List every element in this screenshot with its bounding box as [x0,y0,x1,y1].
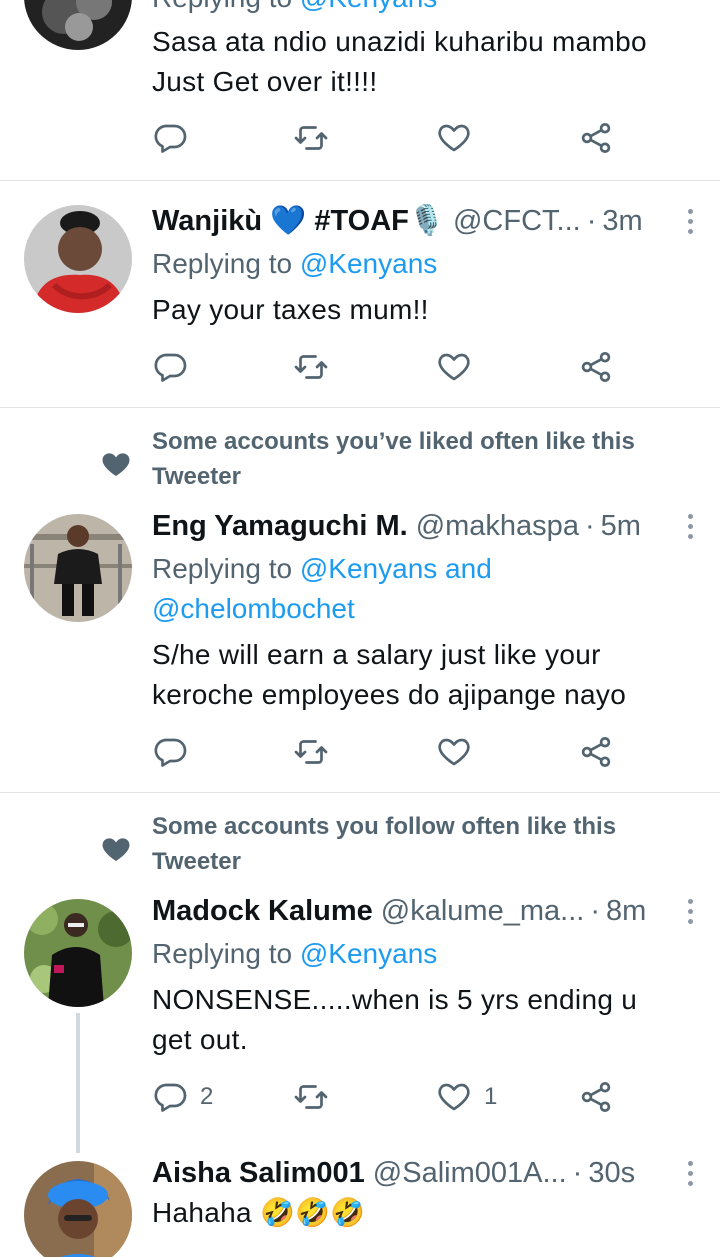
retweet-icon [294,126,328,150]
retweet-icon [294,355,328,379]
share-icon [581,1082,611,1112]
tweet-text: Pay your taxes mum!! [152,294,429,325]
tweet-actions [152,116,632,160]
separator-dot: · [590,894,600,927]
mention-link[interactable]: @chelombochet [152,589,492,629]
tweet-text: Hahaha 🤣🤣🤣 [152,1197,366,1228]
tweet-header: Aisha Salim001 @Salim001A... · 30s [152,1153,700,1193]
heart-icon [102,838,130,861]
tweet-text: Sasa ata ndio unazidi kuharibu mambo Jus… [152,26,647,97]
avatar[interactable] [24,0,132,50]
like-button[interactable] [436,345,472,389]
mention-link[interactable]: @Kenyans [300,248,437,279]
display-name[interactable]: Madock Kalume [152,895,373,928]
mention-link[interactable]: @Kenyans [300,938,437,969]
avatar[interactable] [24,205,132,313]
retweet-icon [294,1085,328,1109]
reply-count: 2 [200,1083,214,1110]
more-vertical-icon[interactable] [670,891,710,931]
separator-dot: · [586,204,597,237]
share-icon [581,123,611,153]
mention-link[interactable]: @Kenyans and [300,553,492,584]
heart-icon [438,1083,470,1111]
avatar[interactable] [24,1161,132,1257]
tweet-3[interactable]: Some accounts you follow often like this… [0,793,720,1153]
avatar[interactable] [24,899,132,1007]
thread-line [76,1013,80,1153]
share-button[interactable] [578,730,614,774]
tweet-text: NONSENSE.....when is 5 yrs ending u get … [152,984,638,1055]
share-button[interactable] [578,116,614,160]
heart-icon [438,124,470,152]
like-button[interactable]: 1 [436,1075,497,1119]
retweet-button[interactable] [293,345,329,389]
tweet-text: S/he will earn a salary just like your k… [152,639,627,710]
replying-to: Replying to @Kenyans [152,938,438,969]
tweet-header: Madock Kalume @kalume_ma... · 8m [152,891,700,931]
share-icon [581,737,611,767]
separator-dot: · [572,1156,583,1189]
social-context: Some accounts you’ve liked often like th… [152,428,635,490]
tweet-actions: 2 1 [152,1075,632,1119]
share-button[interactable] [578,1075,614,1119]
display-name[interactable]: Wanjikù 💙 #TOAF🎙️ [152,204,445,238]
more-vertical-icon[interactable] [670,1153,710,1193]
like-button[interactable] [436,116,472,160]
retweet-button[interactable] [293,1075,329,1119]
tweet-actions [152,730,632,774]
tweet-0[interactable]: Replying to @Kenyans Sasa ata ndio unazi… [0,0,720,180]
retweet-icon [294,740,328,764]
tweet-1[interactable]: Wanjikù 💙 #TOAF🎙️ @CFCT... · 3m Replying… [0,181,720,407]
reply-button[interactable] [152,345,188,389]
more-vertical-icon[interactable] [670,201,710,241]
reply-icon [154,353,187,382]
heart-icon [102,453,130,476]
reply-button[interactable]: 2 [152,1075,213,1119]
display-name[interactable]: Aisha Salim001 [152,1157,365,1190]
tweet-4[interactable]: Aisha Salim001 @Salim001A... · 30s Hahah… [0,1153,720,1257]
heart-icon [438,738,470,766]
tweet-2[interactable]: Some accounts you’ve liked often like th… [0,408,720,792]
separator-dot: · [584,509,595,542]
like-button[interactable] [436,730,472,774]
reply-icon [154,124,187,153]
mention-link[interactable]: @Kenyans [300,0,437,13]
share-button[interactable] [578,345,614,389]
more-vertical-icon[interactable] [670,506,710,546]
replying-to: Replying to @Kenyans and @chelombochet [152,549,492,629]
tweet-header: Wanjikù 💙 #TOAF🎙️ @CFCT... · 3m [152,201,700,241]
tweet-actions [152,345,632,389]
timestamp[interactable]: 3m [602,205,642,238]
share-icon [581,352,611,382]
user-handle[interactable]: @makhaspa [416,510,579,543]
retweet-button[interactable] [293,730,329,774]
social-context: Some accounts you follow often like this… [152,813,617,875]
timestamp[interactable]: 8m [606,895,646,928]
tweet-header: Eng Yamaguchi M. @makhaspa · 5m [152,506,700,546]
user-handle[interactable]: @CFCT... [453,205,581,238]
user-handle[interactable]: @kalume_ma... [381,895,585,928]
replying-to: Replying to @Kenyans [152,0,437,18]
replying-to: Replying to @Kenyans [152,248,438,279]
retweet-button[interactable] [293,116,329,160]
reply-button[interactable] [152,116,188,160]
timestamp[interactable]: 30s [588,1157,635,1190]
reply-icon [154,738,187,767]
display-name[interactable]: Eng Yamaguchi M. [152,510,408,543]
timestamp[interactable]: 5m [601,510,641,543]
user-handle[interactable]: @Salim001A... [373,1157,567,1190]
heart-icon [438,353,470,381]
avatar[interactable] [24,514,132,622]
reply-icon [154,1083,187,1112]
like-count: 1 [484,1083,498,1110]
reply-button[interactable] [152,730,188,774]
